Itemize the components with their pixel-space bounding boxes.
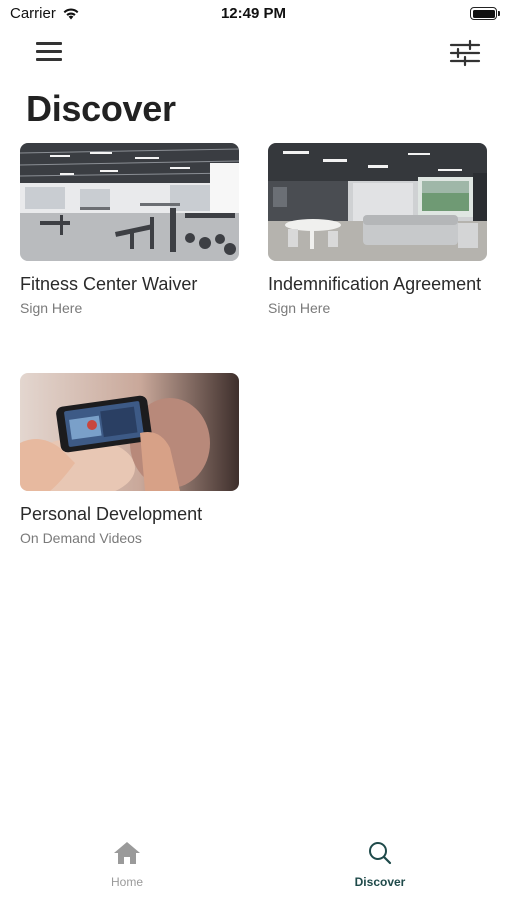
lounge-photo — [268, 143, 487, 261]
tab-home[interactable]: Home — [67, 840, 187, 889]
tab-discover[interactable]: Discover — [320, 840, 440, 889]
gym-photo — [20, 143, 239, 261]
card-fitness-center-waiver[interactable]: Fitness Center Waiver Sign Here — [20, 143, 239, 316]
tab-discover-label: Discover — [354, 875, 406, 889]
card-title: Fitness Center Waiver — [20, 274, 198, 294]
card-subtitle: Sign Here — [268, 300, 331, 316]
status-bar: Carrier 12:49 PM — [0, 0, 507, 28]
card-title: Personal Development — [20, 504, 203, 524]
card-subtitle: Sign Here — [20, 300, 83, 316]
card-personal-development[interactable]: Personal Development On Demand Videos — [20, 373, 239, 546]
menu-button[interactable] — [26, 34, 74, 74]
phone-video-photo — [20, 373, 239, 491]
search-icon — [369, 842, 392, 865]
card-indemnification-agreement[interactable]: Indemnification Agreement Sign Here — [268, 143, 487, 316]
tab-bar: Home Discover — [0, 834, 507, 900]
page-title: Discover — [26, 88, 176, 129]
sliders-icon — [449, 39, 481, 67]
tab-home-label: Home — [110, 875, 143, 889]
filter-button[interactable] — [443, 34, 487, 74]
card-subtitle: On Demand Videos — [20, 530, 142, 546]
status-time: 12:49 PM — [220, 5, 287, 22]
card-title: Indemnification Agreement — [268, 274, 482, 294]
battery-icon — [470, 7, 500, 20]
home-icon — [114, 842, 140, 864]
discover-screen: Carrier 12:49 PM Discover Fitness Center… — [0, 0, 507, 900]
